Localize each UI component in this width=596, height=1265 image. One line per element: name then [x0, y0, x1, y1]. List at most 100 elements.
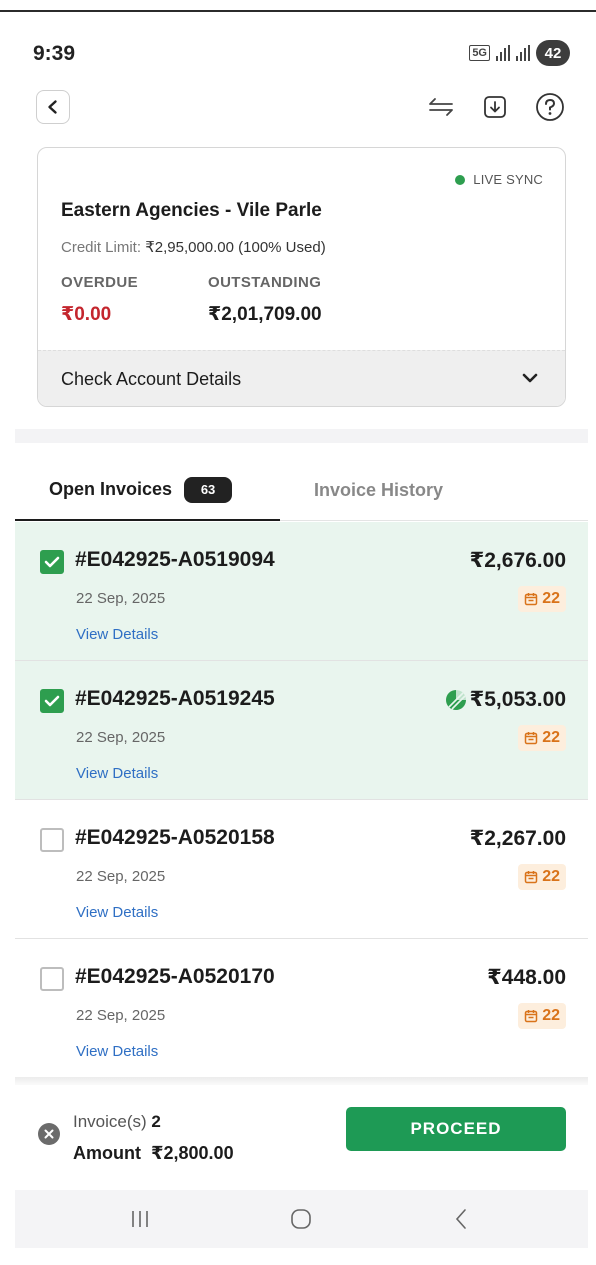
partial-payment-icon: [445, 689, 466, 710]
invoice-number: #E042925-A0520158: [75, 826, 275, 849]
selected-invoice-count: Invoice(s) 2: [73, 1112, 161, 1132]
invoice-checkbox[interactable]: [40, 967, 64, 991]
status-bar: 9:39 5G 42: [0, 38, 596, 74]
view-details-link[interactable]: View Details: [76, 626, 158, 643]
view-details-link[interactable]: View Details: [76, 765, 158, 782]
view-details-link[interactable]: View Details: [76, 1043, 158, 1060]
invoice-amount: ₹448.00: [487, 965, 566, 990]
calendar-icon: [524, 1010, 538, 1023]
due-days-badge: 22: [518, 864, 566, 890]
due-days-value: 22: [542, 590, 560, 607]
swap-icon: [429, 98, 453, 116]
invoice-list: #E042925-A0519094 22 Sep, 2025 View Deta…: [15, 522, 588, 1078]
invoice-checkbox[interactable]: [40, 689, 64, 713]
network-type-icon: 5G: [469, 45, 490, 61]
selected-amount-value: ₹2,800.00: [150, 1143, 234, 1163]
checkmark-icon: [44, 695, 60, 707]
help-button[interactable]: [533, 90, 567, 124]
back-button[interactable]: [36, 90, 70, 124]
live-dot-icon: [455, 174, 466, 185]
selected-invoice-value: 2: [151, 1112, 161, 1131]
download-icon: [484, 96, 506, 118]
credit-limit: Credit Limit: ₹2,95,000.00 (100% Used): [61, 238, 326, 256]
invoice-number: #E042925-A0519245: [75, 687, 275, 710]
invoice-amount: ₹2,676.00: [470, 548, 566, 573]
top-edge: [0, 0, 596, 12]
selected-amount: Amount ₹2,800.00: [73, 1143, 234, 1164]
system-icons: 5G 42: [469, 40, 570, 66]
download-button[interactable]: [478, 90, 512, 124]
invoice-date: 22 Sep, 2025: [76, 729, 166, 746]
credit-limit-value: ₹2,95,000.00 (100% Used): [145, 239, 326, 256]
app-bar: [0, 88, 596, 128]
due-days-badge: 22: [518, 1003, 566, 1029]
invoice-amount: ₹5,053.00: [444, 687, 566, 712]
live-sync-label: LIVE SYNC: [473, 172, 543, 187]
close-icon: [44, 1129, 54, 1139]
invoice-date: 22 Sep, 2025: [76, 868, 166, 885]
signal-icon-2: [516, 45, 530, 61]
live-sync-status: LIVE SYNC: [455, 172, 543, 187]
due-days-value: 22: [542, 729, 560, 746]
check-account-details-toggle[interactable]: Check Account Details: [38, 350, 565, 406]
invoice-amount-value: ₹2,676.00: [469, 549, 566, 572]
section-divider: [15, 429, 588, 443]
battery-icon: 42: [536, 40, 570, 66]
chevron-left-icon: [48, 100, 57, 114]
selected-invoice-label: Invoice(s): [73, 1112, 147, 1131]
home-button[interactable]: [276, 1200, 326, 1238]
invoice-amount-value: ₹2,267.00: [469, 827, 566, 850]
proceed-button[interactable]: PROCEED: [346, 1107, 566, 1151]
chevron-down-icon: [522, 373, 538, 383]
invoice-date: 22 Sep, 2025: [76, 590, 166, 607]
invoice-number: #E042925-A0519094: [75, 548, 275, 571]
due-days-badge: 22: [518, 586, 566, 612]
summary-shadow: [15, 1077, 588, 1085]
invoice-row[interactable]: #E042925-A0519094 22 Sep, 2025 View Deta…: [15, 522, 588, 661]
open-invoices-count-badge: 63: [184, 476, 233, 503]
view-details-link[interactable]: View Details: [76, 904, 158, 921]
system-back-button[interactable]: [436, 1200, 486, 1238]
overdue-label: OVERDUE: [61, 274, 138, 291]
outstanding-label: OUTSTANDING: [208, 274, 322, 291]
due-days-value: 22: [542, 1007, 560, 1024]
system-nav-bar: [15, 1190, 588, 1248]
invoice-tabs: Open Invoices 63 Invoice History: [15, 460, 588, 521]
invoice-number: #E042925-A0520170: [75, 965, 275, 988]
invoice-row[interactable]: #E042925-A0520158 22 Sep, 2025 View Deta…: [15, 800, 588, 939]
account-name: Eastern Agencies - Vile Parle: [61, 200, 322, 221]
invoice-checkbox[interactable]: [40, 550, 64, 574]
calendar-icon: [524, 871, 538, 884]
swap-button[interactable]: [424, 90, 458, 124]
back-icon: [455, 1209, 466, 1229]
home-icon: [291, 1209, 311, 1229]
status-time: 9:39: [33, 42, 76, 65]
recent-apps-button[interactable]: [115, 1200, 165, 1238]
due-days-badge: 22: [518, 725, 566, 751]
invoice-checkbox[interactable]: [40, 828, 64, 852]
invoice-amount: ₹2,267.00: [470, 826, 566, 851]
tab-invoice-history[interactable]: Invoice History: [314, 460, 443, 521]
due-days-value: 22: [542, 868, 560, 885]
invoice-row[interactable]: #E042925-A0519245 22 Sep, 2025 View Deta…: [15, 661, 588, 800]
account-card: LIVE SYNC Eastern Agencies - Vile Parle …: [37, 147, 566, 407]
overdue-value: ₹0.00: [61, 304, 112, 325]
check-account-details-label: Check Account Details: [61, 369, 242, 389]
calendar-icon: [524, 593, 538, 606]
invoice-amount-value: ₹448.00: [487, 966, 566, 989]
clear-selection-button[interactable]: [38, 1123, 60, 1145]
outstanding-value: ₹2,01,709.00: [208, 304, 322, 325]
tab-open-invoices-label: Open Invoices: [49, 479, 173, 499]
invoice-amount-value: ₹5,053.00: [469, 688, 566, 711]
help-icon: [536, 93, 564, 121]
invoice-row[interactable]: #E042925-A0520170 22 Sep, 2025 View Deta…: [15, 939, 588, 1078]
tab-open-invoices[interactable]: Open Invoices 63: [15, 460, 280, 521]
selected-amount-label: Amount: [73, 1143, 141, 1163]
selection-summary: Invoice(s) 2 Amount ₹2,800.00 PROCEED: [0, 1085, 596, 1190]
calendar-icon: [524, 732, 538, 745]
signal-icon: [496, 45, 510, 61]
credit-limit-label: Credit Limit:: [61, 239, 142, 256]
recent-apps-icon: [132, 1211, 148, 1227]
invoice-date: 22 Sep, 2025: [76, 1007, 166, 1024]
checkmark-icon: [44, 556, 60, 568]
